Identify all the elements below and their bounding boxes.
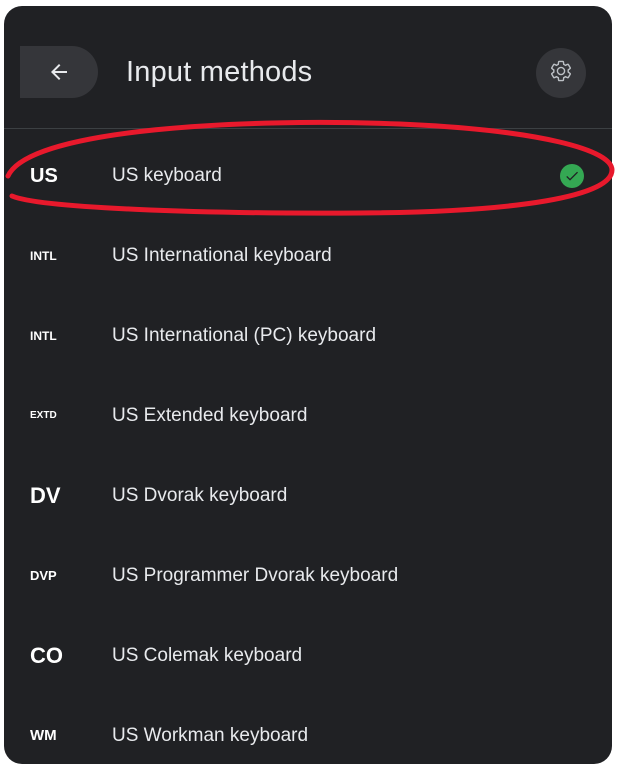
- input-method-dv[interactable]: DV US Dvorak keyboard: [4, 456, 612, 536]
- layout-name: US International keyboard: [112, 245, 332, 266]
- layout-abbreviation: CO: [30, 643, 63, 668]
- input-method-extd[interactable]: EXTD US Extended keyboard: [4, 376, 612, 456]
- layout-abbreviation: DV: [30, 483, 61, 508]
- input-method-us[interactable]: US US keyboard: [4, 136, 612, 216]
- layout-abbreviation: EXTD: [30, 410, 57, 421]
- layout-abbreviation: US: [30, 165, 58, 187]
- input-method-wm[interactable]: WM US Workman keyboard: [4, 696, 612, 764]
- input-method-intl-pc[interactable]: INTL US International (PC) keyboard: [4, 296, 612, 376]
- input-methods-panel: Input methods US US keyboard INTL US Int…: [4, 6, 612, 764]
- layout-abbreviation: INTL: [30, 329, 57, 343]
- layout-name: US Extended keyboard: [112, 405, 308, 426]
- layout-name: US Programmer Dvorak keyboard: [112, 565, 399, 586]
- input-method-co[interactable]: CO US Colemak keyboard: [4, 616, 612, 696]
- page-title: Input methods: [126, 56, 313, 88]
- header-divider: [4, 128, 612, 129]
- layout-abbreviation: DVP: [30, 568, 57, 583]
- arrow-left-icon: [47, 60, 71, 84]
- layout-name: US Workman keyboard: [112, 725, 309, 746]
- layout-abbreviation: INTL: [30, 249, 57, 263]
- layout-abbreviation: WM: [30, 727, 57, 744]
- layout-name: US Dvorak keyboard: [112, 485, 288, 506]
- back-button[interactable]: [20, 46, 98, 98]
- layout-name: US International (PC) keyboard: [112, 325, 377, 346]
- layout-name: US keyboard: [112, 165, 222, 186]
- gear-icon: [549, 59, 573, 88]
- checkmark-icon: [560, 164, 584, 188]
- layout-name: US Colemak keyboard: [112, 645, 303, 666]
- settings-button[interactable]: [536, 48, 586, 98]
- input-method-dvp[interactable]: DVP US Programmer Dvorak keyboard: [4, 536, 612, 616]
- header: Input methods: [4, 6, 612, 128]
- input-method-intl[interactable]: INTL US International keyboard: [4, 216, 612, 296]
